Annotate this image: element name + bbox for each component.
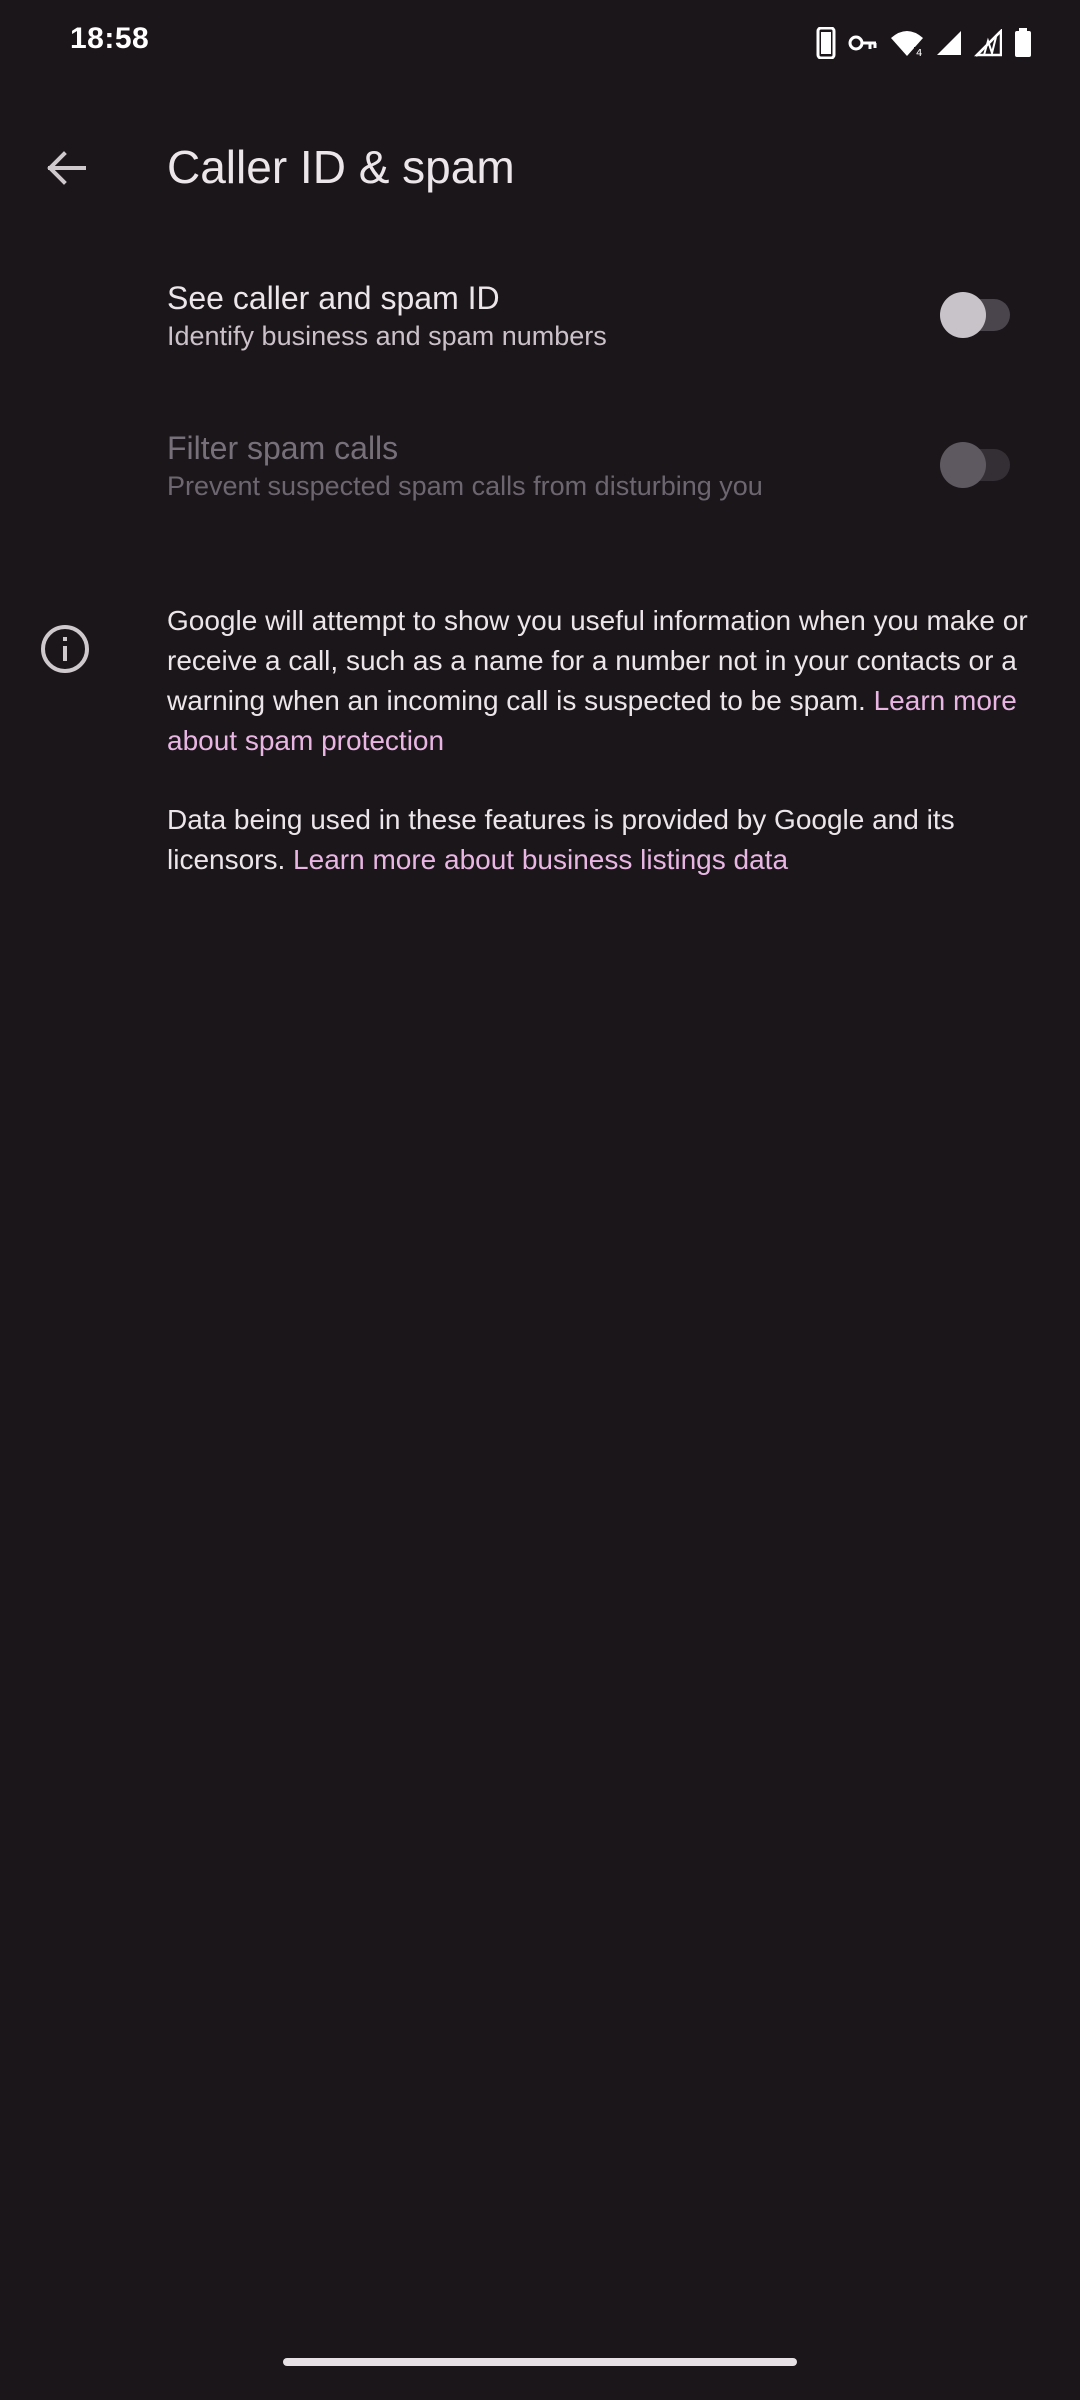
cell-signal-icon xyxy=(936,30,962,56)
app-bar: Caller ID & spam xyxy=(0,110,1080,230)
back-button[interactable] xyxy=(30,132,102,204)
status-icons: 4 xyxy=(816,26,1032,60)
phone-icon xyxy=(816,27,836,59)
arrow-back-icon xyxy=(47,151,86,185)
setting-filter-spam-calls[interactable]: Filter spam calls Prevent suspected spam… xyxy=(0,390,1080,540)
battery-icon xyxy=(1014,28,1032,58)
vpn-key-icon xyxy=(848,33,878,53)
data-off-icon xyxy=(974,29,1002,57)
filter-spam-calls-toggle[interactable] xyxy=(940,427,1015,502)
wifi-icon: 4 xyxy=(890,29,924,57)
setting-title: See caller and spam ID xyxy=(167,280,500,316)
data-info-paragraph: Data being used in these features is pro… xyxy=(167,800,1037,880)
svg-text:4: 4 xyxy=(916,48,922,57)
status-time: 18:58 xyxy=(70,22,150,55)
toggle-thumb xyxy=(940,442,986,488)
setting-subtitle: Identify business and spam numbers xyxy=(167,321,607,351)
page-title: Caller ID & spam xyxy=(167,141,515,193)
setting-see-caller-spam-id[interactable]: See caller and spam ID Identify business… xyxy=(0,240,1080,390)
spam-info-paragraph: Google will attempt to show you useful i… xyxy=(167,601,1037,761)
status-bar: 18:58 4 xyxy=(0,0,1080,84)
info-icon xyxy=(38,622,92,676)
toggle-thumb xyxy=(940,292,986,338)
setting-subtitle: Prevent suspected spam calls from distur… xyxy=(167,471,763,501)
gesture-nav-handle[interactable] xyxy=(283,2358,797,2366)
caller-spam-id-toggle[interactable] xyxy=(940,277,1015,352)
learn-more-business-listings-link[interactable]: Learn more about business listings data xyxy=(293,844,788,875)
setting-title: Filter spam calls xyxy=(167,430,399,466)
